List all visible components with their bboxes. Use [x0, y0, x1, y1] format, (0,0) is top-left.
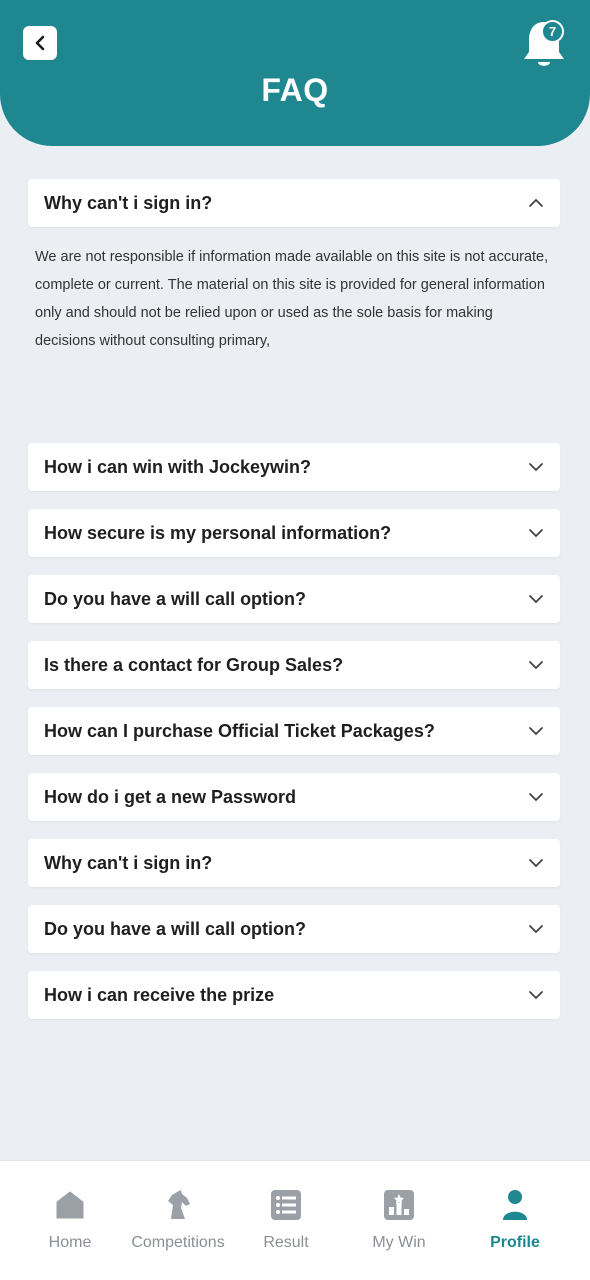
faq-question: Do you have a will call option? [44, 588, 307, 609]
chevron-down-icon [528, 459, 544, 475]
faq-item[interactable]: How i can win with Jockeywin? [28, 443, 560, 491]
faq-list: Why can't i sign in? We are not responsi… [28, 179, 560, 1019]
faq-answer: We are not responsible if information ma… [35, 249, 549, 349]
tab-label: Profile [490, 1234, 540, 1251]
app-header: FAQ 7 [0, 0, 590, 146]
faq-item[interactable]: How secure is my personal information? [28, 509, 560, 557]
home-icon [53, 1188, 87, 1222]
horse-icon [161, 1188, 195, 1222]
tab-label: Home [48, 1234, 92, 1251]
chevron-down-icon [528, 987, 544, 1003]
faq-question: How secure is my personal information? [44, 522, 392, 543]
faq-item[interactable]: Do you have a will call option? [28, 575, 560, 623]
faq-question: How i can win with Jockeywin? [44, 456, 312, 477]
notification-badge: 7 [541, 20, 564, 43]
back-button[interactable] [23, 26, 57, 60]
tab-profile[interactable]: Profile [456, 1161, 574, 1280]
faq-question: Do you have a will call option? [44, 918, 307, 939]
page-title: FAQ [261, 72, 329, 108]
tab-label: My Win [372, 1234, 426, 1251]
faq-question: How i can receive the prize [44, 984, 275, 1005]
chevron-down-icon [528, 525, 544, 541]
tab-competitions[interactable]: Competitions [119, 1161, 237, 1280]
faq-question: Why can't i sign in? [44, 192, 213, 213]
chevron-down-icon [528, 657, 544, 673]
faq-item-expanded[interactable]: Why can't i sign in? [28, 179, 560, 227]
tab-home[interactable]: Home [11, 1161, 129, 1280]
chevron-down-icon [528, 591, 544, 607]
chevron-down-icon [528, 723, 544, 739]
tab-label: Result [263, 1234, 309, 1251]
faq-question: How do i get a new Password [44, 786, 297, 807]
tab-label: Competitions [131, 1234, 225, 1251]
faq-item[interactable]: How can I purchase Official Ticket Packa… [28, 707, 560, 755]
faq-item[interactable]: Is there a contact for Group Sales? [28, 641, 560, 689]
tab-result[interactable]: Result [227, 1161, 345, 1280]
faq-question: Is there a contact for Group Sales? [44, 654, 344, 675]
tab-my-win[interactable]: My Win [340, 1161, 458, 1280]
chevron-left-icon [35, 35, 45, 51]
faq-question: Why can't i sign in? [44, 852, 213, 873]
bottom-tab-bar: Home Competitions Result My Win Profile [0, 1160, 590, 1280]
list-icon [269, 1188, 303, 1222]
chevron-down-icon [528, 855, 544, 871]
trophy-icon [382, 1188, 416, 1222]
faq-question: How can I purchase Official Ticket Packa… [44, 720, 435, 741]
chevron-down-icon [528, 789, 544, 805]
faq-item[interactable]: Do you have a will call option? [28, 905, 560, 953]
user-icon [498, 1188, 532, 1222]
faq-item[interactable]: How i can receive the prize [28, 971, 560, 1019]
chevron-down-icon [528, 921, 544, 937]
faq-item[interactable]: Why can't i sign in? [28, 839, 560, 887]
chevron-up-icon [528, 195, 544, 211]
faq-item[interactable]: How do i get a new Password [28, 773, 560, 821]
